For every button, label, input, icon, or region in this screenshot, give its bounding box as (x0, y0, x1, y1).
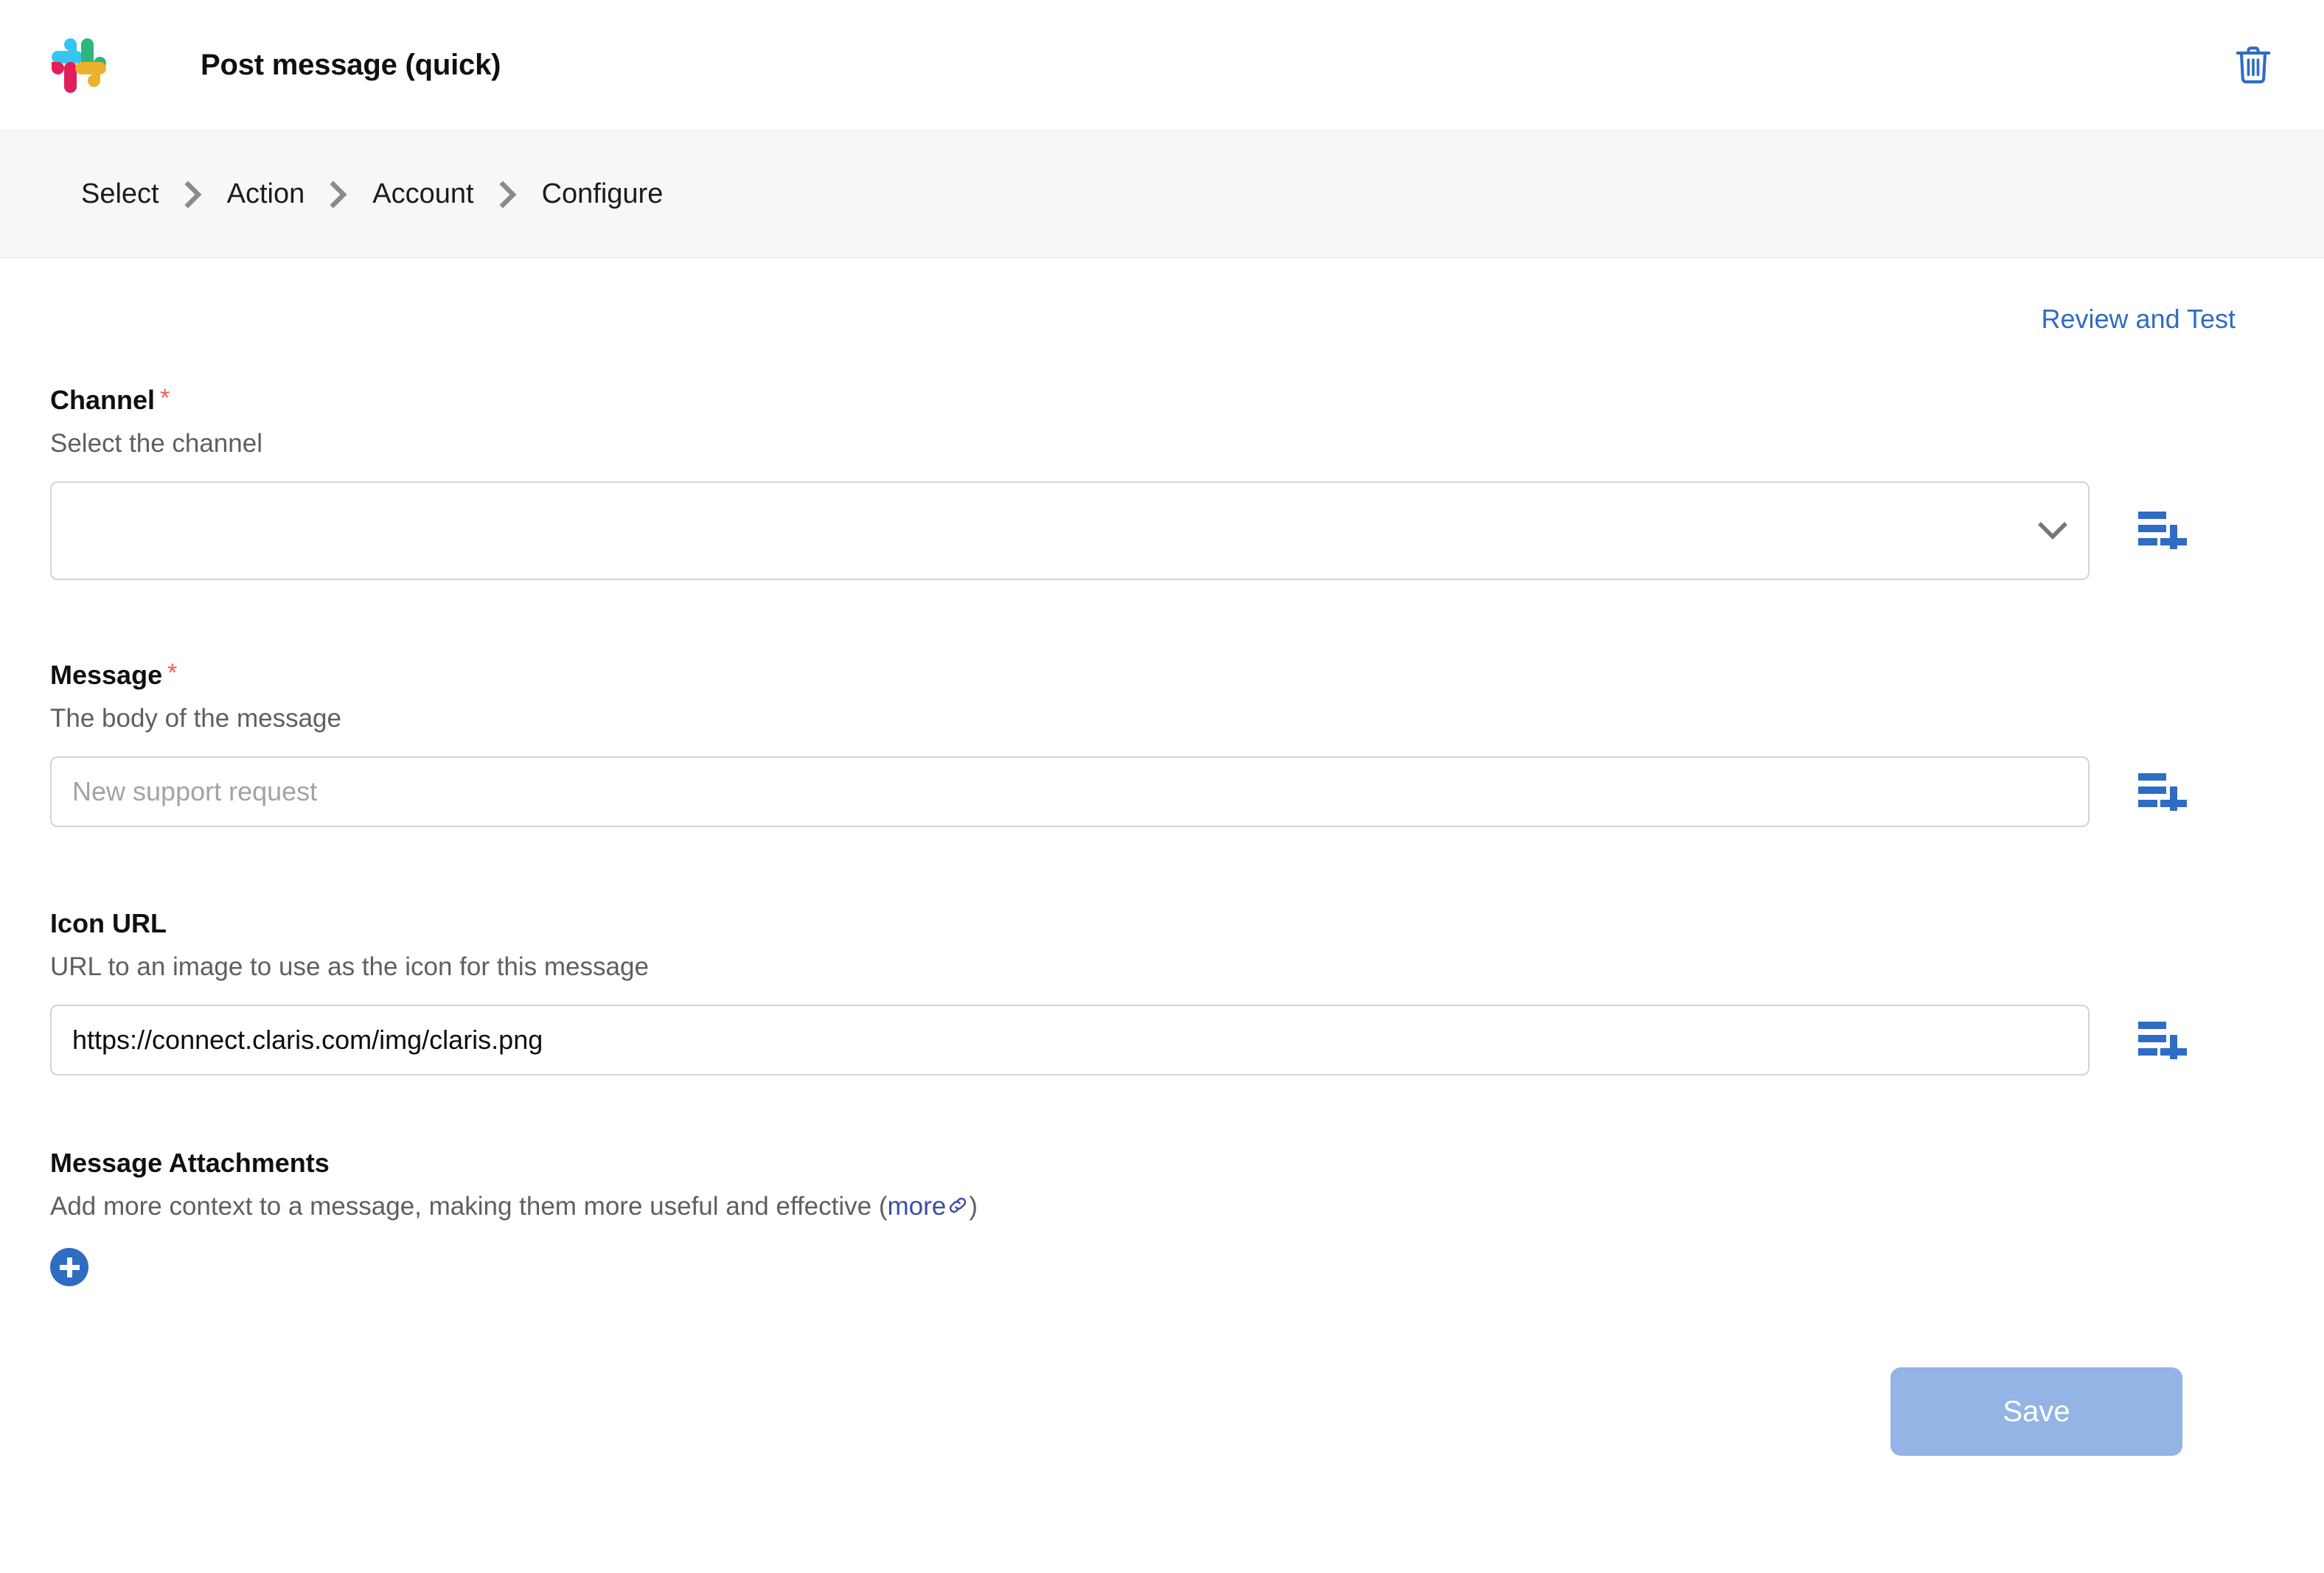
configure-form: Review and Test Channel* Select the chan… (0, 258, 2324, 1456)
app-header: Post message (quick) (0, 0, 2324, 131)
field-message-description: The body of the message (50, 704, 2272, 733)
insert-variable-button-icon-url[interactable] (2135, 1016, 2194, 1061)
save-button[interactable]: Save (1890, 1367, 2182, 1456)
external-link-icon[interactable] (947, 1193, 969, 1223)
chevron-down-icon (2038, 515, 2067, 546)
insert-variable-icon (2135, 770, 2188, 811)
add-attachment-button[interactable] (50, 1248, 88, 1286)
required-marker: * (167, 659, 177, 687)
post-message-configure-page: Post message (quick) Select Action Accou… (0, 0, 2324, 1573)
delete-button[interactable] (2230, 42, 2277, 89)
field-channel-label-row: Channel* (50, 385, 2272, 416)
field-channel-label: Channel (50, 385, 155, 416)
field-message: Message* The body of the message New sup… (50, 660, 2272, 827)
field-icon-url-label: Icon URL (50, 908, 167, 939)
field-message-input-row: New support request (50, 756, 2272, 827)
breadcrumb-item-account[interactable]: Account (372, 178, 473, 210)
icon-url-input[interactable]: https://connect.claris.com/img/claris.pn… (50, 1005, 2090, 1075)
breadcrumb-item-select[interactable]: Select (81, 178, 159, 210)
more-link[interactable]: more (887, 1192, 946, 1221)
message-attachments-description: Add more context to a message, making th… (50, 1192, 2272, 1223)
field-message-label-row: Message* (50, 660, 2272, 691)
slack-logo (52, 38, 106, 93)
attachments-desc-after: ) (969, 1192, 978, 1221)
breadcrumb-item-configure[interactable]: Configure (542, 178, 664, 210)
field-icon-url: Icon URL URL to an image to use as the i… (50, 908, 2272, 1075)
message-input[interactable]: New support request (50, 756, 2090, 827)
chevron-right-icon (329, 180, 348, 209)
plus-circle-icon (60, 1258, 80, 1277)
page-title: Post message (quick) (201, 49, 501, 82)
message-attachments-label: Message Attachments (50, 1148, 330, 1179)
channel-select[interactable] (50, 481, 2090, 580)
attachments-desc-before: Add more context to a message, making th… (50, 1192, 887, 1221)
required-marker: * (160, 384, 170, 412)
field-icon-url-description: URL to an image to use as the icon for t… (50, 952, 2272, 982)
breadcrumb-item-action[interactable]: Action (227, 178, 305, 210)
field-channel-description: Select the channel (50, 429, 2272, 458)
message-input-placeholder: New support request (72, 776, 317, 807)
review-and-test-row: Review and Test (50, 258, 2272, 304)
field-channel-input-row (50, 481, 2272, 580)
insert-variable-icon (2135, 508, 2188, 549)
trash-icon (2234, 44, 2272, 87)
field-channel: Channel* Select the channel (50, 385, 2272, 580)
chevron-right-icon (184, 180, 203, 209)
field-icon-url-label-row: Icon URL (50, 908, 2272, 939)
breadcrumb: Select Action Account Configure (0, 131, 2324, 258)
insert-variable-button-message[interactable] (2135, 768, 2194, 812)
insert-variable-icon (2135, 1018, 2188, 1059)
insert-variable-button-channel[interactable] (2135, 506, 2194, 551)
icon-url-input-value: https://connect.claris.com/img/claris.pn… (72, 1025, 543, 1056)
chevron-right-icon (498, 180, 518, 209)
field-icon-url-input-row: https://connect.claris.com/img/claris.pn… (50, 1005, 2272, 1075)
form-footer: Save (50, 1367, 2272, 1456)
field-message-label: Message (50, 660, 162, 691)
field-message-attachments: Message Attachments Add more context to … (50, 1148, 2272, 1286)
